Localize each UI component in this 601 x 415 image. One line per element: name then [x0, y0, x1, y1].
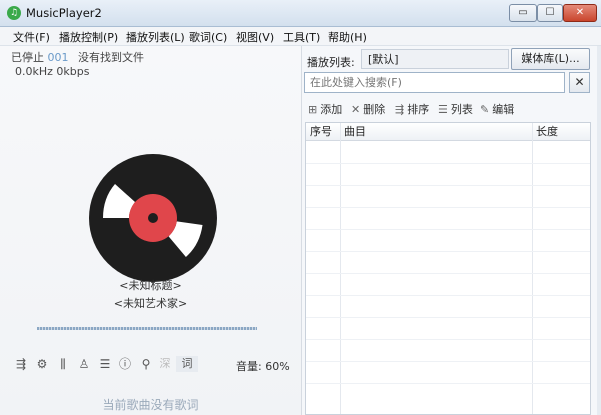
- column-divider: [340, 123, 341, 414]
- settings-icon[interactable]: ⚙: [35, 356, 49, 372]
- title-bar: ♫ MusicPlayer2 ▭ ☐ ✕: [0, 0, 601, 27]
- menu-help[interactable]: 帮助(H): [328, 29, 367, 45]
- equalizer-icon[interactable]: ⫼: [56, 356, 70, 372]
- column-header-track[interactable]: 曲目: [340, 123, 532, 141]
- media-library-button[interactable]: 媒体库(L)...: [511, 48, 590, 70]
- pencil-icon: ✎: [480, 103, 490, 116]
- menu-lyrics[interactable]: 歌词(C): [189, 29, 227, 45]
- row-divider: [306, 229, 590, 230]
- play-state: 已停止: [11, 51, 44, 64]
- window-border: [597, 46, 601, 415]
- playlist-icon[interactable]: ⇶: [14, 356, 28, 372]
- edit-label: 编辑: [492, 103, 515, 116]
- column-header-length[interactable]: 长度: [532, 123, 590, 141]
- row-divider: [306, 207, 590, 208]
- column-divider: [532, 123, 533, 414]
- song-title: <未知标题>: [119, 279, 182, 292]
- sort-icon: ⇶: [395, 103, 405, 116]
- music-note-icon: ♫: [7, 6, 21, 20]
- player-panel: 已停止 001 没有找到文件 0.0kHz 0kbps <未知标题> <未知艺术…: [0, 46, 302, 415]
- search-icon[interactable]: ⚲: [139, 356, 153, 372]
- row-divider: [306, 361, 590, 362]
- song-artist: <未知艺术家>: [113, 297, 188, 310]
- list-label: 列表: [450, 103, 473, 116]
- playlist-panel: 播放列表: [默认] 媒体库(L)... ✕ ⊞添加 ✕删除 ⇶排序 ☰列表 ✎…: [302, 46, 601, 415]
- row-divider: [306, 317, 590, 318]
- menu-file[interactable]: 文件(F): [13, 29, 50, 45]
- info-icon[interactable]: ⓘ: [118, 356, 132, 372]
- volume-display[interactable]: 音量: 60%: [236, 358, 290, 374]
- list-icon: ☰: [438, 103, 448, 116]
- row-divider: [306, 163, 590, 164]
- row-divider: [306, 251, 590, 252]
- row-divider: [306, 339, 590, 340]
- menu-bar: 文件(F) 播放控制(P) 播放列表(L) 歌词(C) 视图(V) 工具(T) …: [0, 27, 601, 46]
- playlist-name: [默认]: [361, 49, 509, 69]
- track-index: 001: [47, 51, 69, 64]
- audio-format: 0.0kHz 0kbps: [15, 65, 90, 78]
- search-input[interactable]: [304, 72, 565, 93]
- sort-button[interactable]: ⇶ 排序: [395, 101, 429, 117]
- track-status: 没有找到文件: [78, 51, 144, 64]
- sort-label: 排序: [407, 103, 430, 116]
- remove-button[interactable]: ✕ 删除: [351, 101, 385, 117]
- close-button[interactable]: ✕: [563, 4, 597, 22]
- menu-view[interactable]: 视图(V): [236, 29, 274, 45]
- menu-tools[interactable]: 工具(T): [283, 29, 320, 45]
- edit-button[interactable]: ✎ 编辑: [480, 101, 514, 117]
- row-divider: [306, 273, 590, 274]
- skin-icon[interactable]: ♙: [77, 356, 91, 372]
- row-divider: [306, 185, 590, 186]
- list-button[interactable]: ☰ 列表: [438, 101, 473, 117]
- add-label: 添加: [320, 103, 343, 116]
- add-button[interactable]: ⊞ 添加: [308, 101, 342, 117]
- album-disc-icon: [89, 154, 217, 282]
- row-divider: [306, 295, 590, 296]
- maximize-button[interactable]: ☐: [537, 4, 563, 22]
- main-window: ♫ MusicPlayer2 ▭ ☐ ✕ 文件(F) 播放控制(P) 播放列表(…: [0, 0, 601, 415]
- plus-icon: ⊞: [308, 103, 318, 116]
- playback-status: 已停止 001 没有找到文件: [11, 49, 144, 65]
- progress-bar[interactable]: [37, 327, 257, 330]
- lyrics-icon[interactable]: 词: [176, 356, 198, 372]
- row-divider: [306, 383, 590, 384]
- minimize-button[interactable]: ▭: [509, 4, 537, 22]
- remove-label: 删除: [363, 103, 386, 116]
- deep-search-icon[interactable]: 深: [157, 356, 173, 372]
- playlist-label: 播放列表:: [307, 56, 355, 69]
- clear-search-button[interactable]: ✕: [569, 72, 590, 93]
- playlist-table[interactable]: 序号 曲目 长度: [305, 122, 591, 415]
- menu-icon[interactable]: ☰: [98, 356, 112, 372]
- menu-playlist[interactable]: 播放列表(L): [126, 29, 185, 45]
- column-header-index[interactable]: 序号: [306, 123, 340, 141]
- window-title: MusicPlayer2: [26, 6, 102, 20]
- menu-playback[interactable]: 播放控制(P): [59, 29, 118, 45]
- delete-icon: ✕: [351, 103, 361, 116]
- lyrics-message: 当前歌曲没有歌词: [102, 398, 199, 412]
